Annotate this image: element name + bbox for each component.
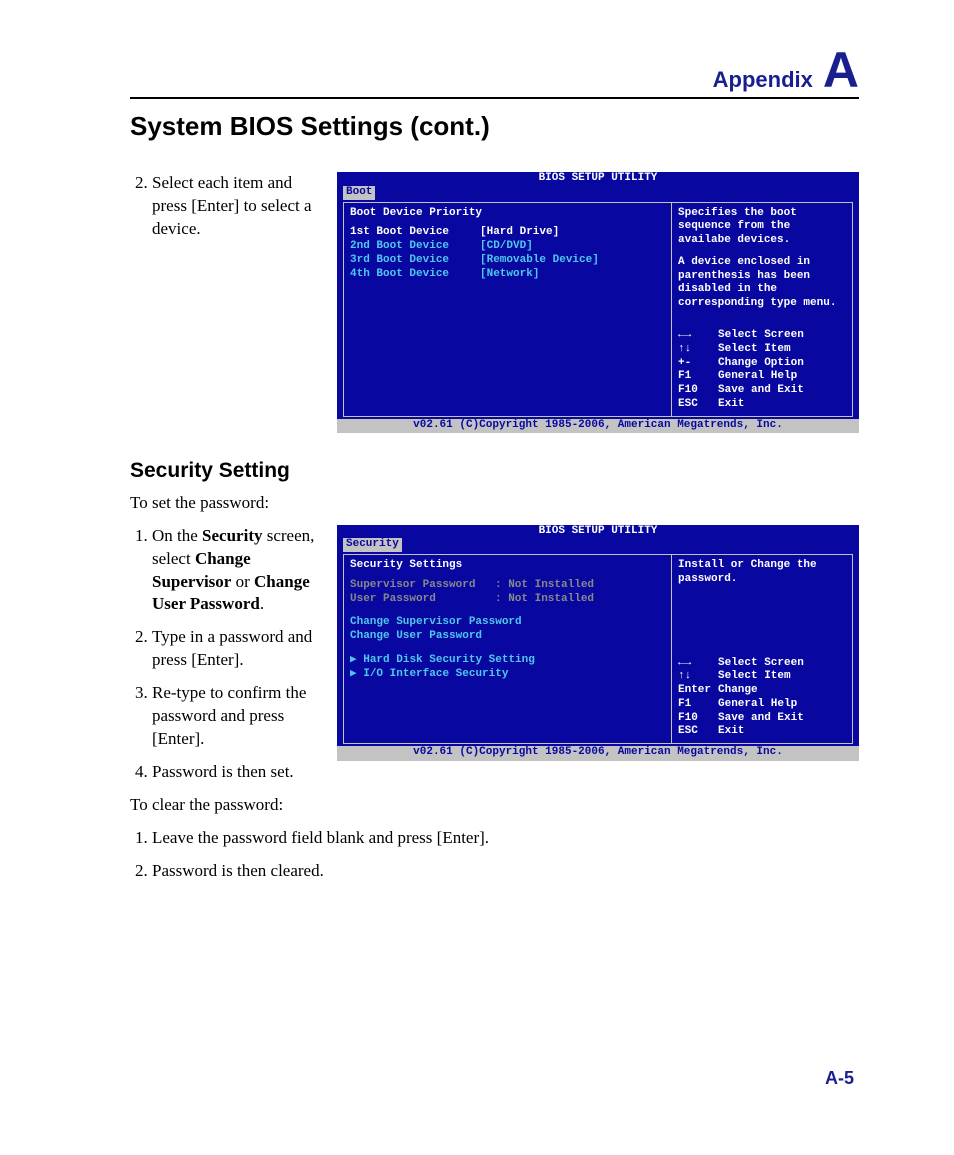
security-step-3: Re-type to confirm the password and pres… (152, 682, 325, 751)
change-supervisor-pw: Change Supervisor Password (350, 616, 665, 630)
bios-title: BIOS SETUP UTILITY (337, 172, 859, 186)
supervisor-pw-status: Supervisor Password: Not Installed (350, 579, 665, 593)
boot-steps: Select each item and press [Enter] to se… (130, 172, 325, 241)
page-header: Appendix A (130, 45, 859, 99)
change-user-pw: Change User Password (350, 630, 665, 644)
io-security-submenu: I/O Interface Security (350, 668, 665, 682)
bios-footer: v02.61 (C)Copyright 1985-2006, American … (337, 419, 859, 434)
bios-security-screenshot: BIOS SETUP UTILITY Security Security Set… (337, 525, 859, 761)
bios-main-panel: Boot Device Priority 1st Boot Device[Har… (343, 202, 671, 417)
security-step-2: Type in a password and press [Enter]. (152, 626, 325, 672)
hd-security-submenu: Hard Disk Security Setting (350, 654, 665, 668)
bios-section-heading: Boot Device Priority (350, 207, 665, 221)
clear-intro: To clear the password: (130, 794, 325, 817)
bios-help-text-1: Specifies the boot sequence from the ava… (678, 207, 846, 248)
bios-tabs: Boot (337, 186, 859, 202)
bios-help-panel-2: Install or Change the password. ←→Select… (671, 554, 853, 744)
bios-tabs-2: Security (337, 538, 859, 554)
boot-device-4: 4th Boot Device[Network] (350, 268, 665, 282)
appendix-letter: A (823, 45, 859, 95)
security-intro: To set the password: (130, 492, 859, 515)
security-step-1: On the Security screen, select Change Su… (152, 525, 325, 617)
bios-main-panel-2: Security Settings Supervisor Password: N… (343, 554, 671, 744)
security-heading: Security Setting (130, 457, 859, 485)
bios-help-text-2: A device enclosed in parenthesis has bee… (678, 256, 846, 311)
bios-section-heading-2: Security Settings (350, 559, 665, 573)
bios-help-text-3: Install or Change the password. (678, 559, 846, 587)
boot-device-2: 2nd Boot Device[CD/DVD] (350, 240, 665, 254)
bios-footer-2: v02.61 (C)Copyright 1985-2006, American … (337, 746, 859, 761)
appendix-label: Appendix (713, 65, 813, 95)
page-number: A-5 (825, 1066, 854, 1090)
clear-step-1: Leave the password field blank and press… (152, 827, 859, 850)
bios-tab-boot: Boot (343, 186, 375, 200)
bios-tab-security: Security (343, 538, 402, 552)
security-steps: On the Security screen, select Change Su… (130, 525, 325, 784)
user-pw-status: User Password: Not Installed (350, 593, 665, 607)
bios-key-hints-2: ←→Select Screen ↑↓Select Item EnterChang… (678, 657, 846, 740)
clear-step-2: Password is then cleared. (152, 860, 859, 883)
bios-title-2: BIOS SETUP UTILITY (337, 525, 859, 539)
bios-help-panel: Specifies the boot sequence from the ava… (671, 202, 853, 417)
page-title: System BIOS Settings (cont.) (130, 109, 859, 144)
boot-device-3: 3rd Boot Device[Removable Device] (350, 254, 665, 268)
security-step-4: Password is then set. (152, 761, 325, 784)
boot-step-2: Select each item and press [Enter] to se… (152, 172, 325, 241)
bios-boot-screenshot: BIOS SETUP UTILITY Boot Boot Device Prio… (337, 172, 859, 433)
bios-key-hints: ←→Select Screen ↑↓Select Item +-Change O… (678, 329, 846, 412)
clear-steps: Leave the password field blank and press… (130, 827, 859, 883)
boot-device-1: 1st Boot Device[Hard Drive] (350, 226, 665, 240)
